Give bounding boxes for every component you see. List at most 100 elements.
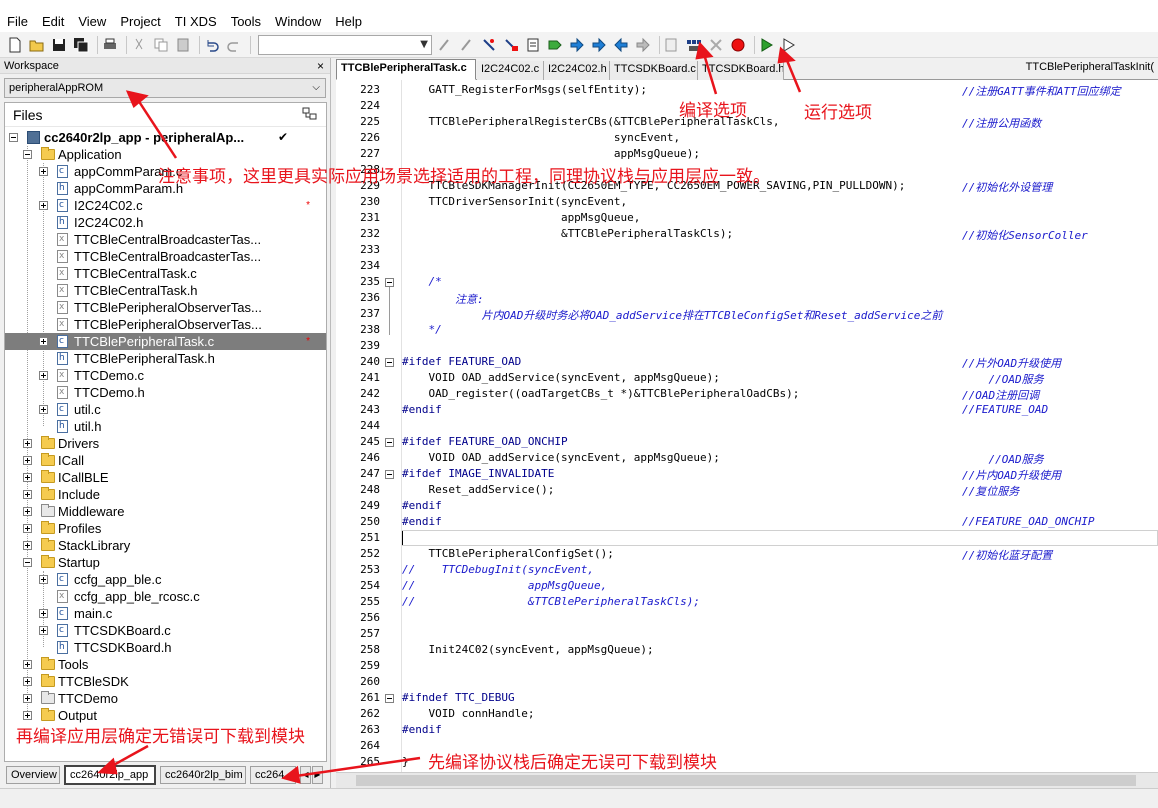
expand-icon[interactable] — [23, 541, 32, 550]
workspace-tab[interactable]: cc264 — [250, 766, 296, 784]
copy-icon[interactable] — [152, 36, 170, 54]
collapse-icon[interactable] — [9, 133, 18, 142]
menu-project[interactable]: Project — [113, 14, 167, 29]
navigate-back-icon[interactable] — [612, 36, 630, 54]
collapse-icon[interactable] — [23, 150, 32, 159]
tree-folder[interactable]: Middleware — [5, 503, 326, 520]
collapse-icon[interactable] — [23, 558, 32, 567]
tree-folder[interactable]: TTCBleSDK — [5, 673, 326, 690]
close-icon[interactable]: × — [317, 58, 324, 74]
tree-file[interactable]: TTCBleCentralTask.c — [5, 265, 326, 282]
options-icon[interactable] — [302, 107, 318, 121]
find-prev-icon[interactable] — [458, 36, 476, 54]
tree-file[interactable]: util.c — [5, 401, 326, 418]
goto-icon[interactable] — [524, 36, 542, 54]
find-in-files-icon[interactable] — [480, 36, 498, 54]
scroll-tabs-right-icon[interactable]: ▶ — [312, 766, 323, 784]
debug-without-download-icon[interactable] — [780, 36, 798, 54]
undo-icon[interactable] — [203, 36, 221, 54]
function-navigator[interactable]: TTCBlePeripheralTaskInit( — [1026, 61, 1154, 73]
stop-build-icon[interactable] — [707, 36, 725, 54]
tree-folder[interactable]: Profiles — [5, 520, 326, 537]
expand-icon[interactable] — [39, 405, 48, 414]
workspace-tab[interactable]: Overview — [6, 766, 60, 784]
bookmark-prev-icon[interactable] — [568, 36, 586, 54]
editor-tab[interactable]: I2C24C02.h — [544, 61, 610, 80]
tree-file[interactable]: TTCBlePeripheralObserverTas... — [5, 316, 326, 333]
tree-file[interactable]: TTCDemo.c — [5, 367, 326, 384]
editor-tab[interactable]: TTCSDKBoard.c — [610, 61, 698, 80]
bookmark-next-icon[interactable] — [590, 36, 608, 54]
menu-tools[interactable]: Tools — [224, 14, 268, 29]
menu-edit[interactable]: Edit — [35, 14, 71, 29]
expand-icon[interactable] — [23, 507, 32, 516]
paste-icon[interactable] — [174, 36, 192, 54]
print-icon[interactable] — [101, 36, 119, 54]
fold-toggle-icon[interactable] — [385, 438, 394, 447]
save-icon[interactable] — [50, 36, 68, 54]
compile-file-icon[interactable] — [663, 36, 681, 54]
tree-folder[interactable]: Tools — [5, 656, 326, 673]
bookmark-toggle-icon[interactable] — [546, 36, 564, 54]
expand-icon[interactable] — [39, 371, 48, 380]
find-next-icon[interactable] — [436, 36, 454, 54]
tree-folder[interactable]: Include — [5, 486, 326, 503]
tree-folder[interactable]: Startup — [5, 554, 326, 571]
tree-file[interactable]: TTCBlePeripheralTask.h — [5, 350, 326, 367]
save-all-icon[interactable] — [72, 36, 90, 54]
expand-icon[interactable] — [39, 626, 48, 635]
replace-icon[interactable] — [502, 36, 520, 54]
configuration-select[interactable]: peripheralAppROM ⌵ — [4, 78, 326, 98]
open-folder-icon[interactable] — [28, 36, 46, 54]
fold-toggle-icon[interactable] — [385, 278, 394, 287]
tree-file[interactable]: ccfg_app_ble.c — [5, 571, 326, 588]
tree-file[interactable]: TTCBleCentralBroadcasterTas... — [5, 231, 326, 248]
find-combo[interactable]: ▼ — [258, 34, 432, 55]
tree-file[interactable]: I2C24C02.c * — [5, 197, 326, 214]
editor-tab[interactable]: I2C24C02.c — [477, 61, 544, 80]
tree-file[interactable]: TTCSDKBoard.c — [5, 622, 326, 639]
editor-tab[interactable]: TTCSDKBoard.h — [698, 61, 784, 80]
tree-folder[interactable]: Drivers — [5, 435, 326, 452]
scroll-tabs-left-icon[interactable]: ◀ — [300, 766, 311, 784]
expand-icon[interactable] — [23, 524, 32, 533]
tree-file[interactable]: TTCBlePeripheralTask.c * — [5, 333, 326, 350]
tree-folder[interactable]: TTCDemo — [5, 690, 326, 707]
menu-view[interactable]: View — [71, 14, 113, 29]
tree-folder[interactable]: ICallBLE — [5, 469, 326, 486]
navigate-forward-icon[interactable] — [634, 36, 652, 54]
tree-folder[interactable]: ICall — [5, 452, 326, 469]
tree-file[interactable]: TTCBlePeripheralObserverTas... — [5, 299, 326, 316]
editor-tab[interactable]: TTCBlePeripheralTask.c — [336, 59, 476, 80]
expand-icon[interactable] — [23, 694, 32, 703]
expand-icon[interactable] — [39, 167, 48, 176]
menu-file[interactable]: File — [0, 14, 35, 29]
expand-icon[interactable] — [23, 711, 32, 720]
workspace-tab[interactable]: cc2640r2lp_bim — [160, 766, 246, 784]
expand-icon[interactable] — [23, 473, 32, 482]
scrollbar-thumb[interactable] — [356, 775, 1136, 786]
tree-file[interactable]: ccfg_app_ble_rcosc.c — [5, 588, 326, 605]
expand-icon[interactable] — [39, 575, 48, 584]
tree-file[interactable]: util.h — [5, 418, 326, 435]
download-and-debug-icon[interactable] — [758, 36, 776, 54]
menu-window[interactable]: Window — [268, 14, 328, 29]
menu-ti-xds[interactable]: TI XDS — [168, 14, 224, 29]
expand-icon[interactable] — [23, 490, 32, 499]
tree-file[interactable]: TTCBleCentralBroadcasterTas... — [5, 248, 326, 265]
fold-toggle-icon[interactable] — [385, 470, 394, 479]
tree-folder[interactable]: Application — [5, 146, 326, 163]
tree-file[interactable]: TTCBleCentralTask.h — [5, 282, 326, 299]
expand-icon[interactable] — [23, 456, 32, 465]
horizontal-scrollbar[interactable] — [336, 772, 1158, 788]
breakpoint-icon[interactable] — [729, 36, 747, 54]
make-icon[interactable] — [685, 36, 703, 54]
tree-file[interactable]: I2C24C02.h — [5, 214, 326, 231]
fold-toggle-icon[interactable] — [385, 694, 394, 703]
expand-icon[interactable] — [23, 677, 32, 686]
tree-file[interactable]: TTCDemo.h — [5, 384, 326, 401]
expand-icon[interactable] — [23, 439, 32, 448]
tree-file[interactable]: TTCSDKBoard.h — [5, 639, 326, 656]
menu-help[interactable]: Help — [328, 14, 369, 29]
workspace-tab[interactable]: cc2640r2lp_app — [64, 765, 156, 785]
